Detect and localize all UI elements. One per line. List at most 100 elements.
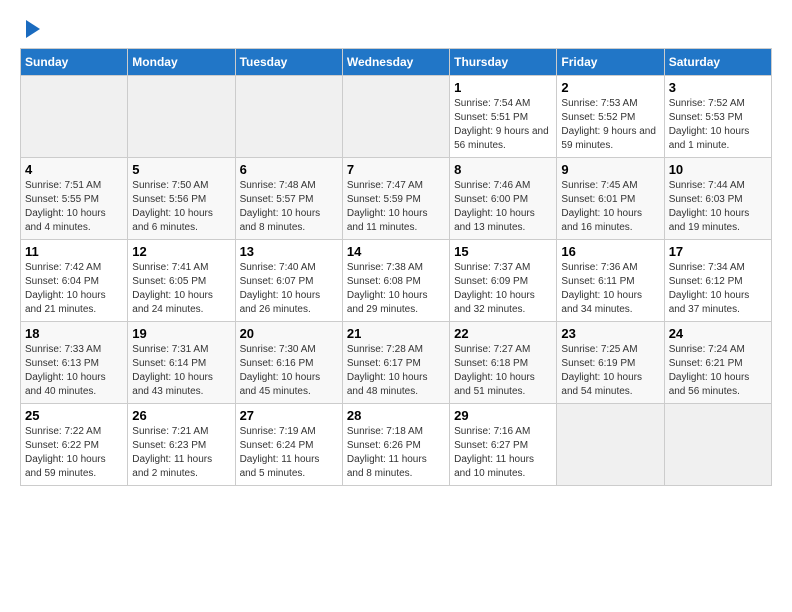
calendar-cell: 20 Sunrise: 7:30 AMSunset: 6:16 PMDayligh… xyxy=(235,322,342,404)
day-info: Sunrise: 7:38 AMSunset: 6:08 PMDaylight:… xyxy=(347,261,445,317)
day-info: Sunrise: 7:36 AMSunset: 6:11 PMDaylight:… xyxy=(561,261,659,317)
day-info: Sunrise: 7:54 AMSunset: 5:51 PMDaylight:… xyxy=(454,97,552,153)
day-info: Sunrise: 7:33 AMSunset: 6:13 PMDaylight:… xyxy=(25,343,123,399)
day-info: Sunrise: 7:18 AMSunset: 6:26 PMDaylight:… xyxy=(347,425,445,481)
calendar-cell: 18 Sunrise: 7:33 AMSunset: 6:13 PMDayligh… xyxy=(21,322,128,404)
day-number: 3 xyxy=(669,80,767,95)
day-number: 23 xyxy=(561,326,659,341)
calendar-cell xyxy=(128,76,235,158)
weekday-header-thursday: Thursday xyxy=(450,49,557,76)
calendar-cell: 25 Sunrise: 7:22 AMSunset: 6:22 PMDayligh… xyxy=(21,404,128,486)
calendar-cell: 6Sunrise: 7:48 AMSunset: 5:57 PMDaylight… xyxy=(235,158,342,240)
day-info: Sunrise: 7:34 AMSunset: 6:12 PMDaylight:… xyxy=(669,261,767,317)
day-info: Sunrise: 7:45 AMSunset: 6:01 PMDaylight:… xyxy=(561,179,659,235)
calendar-cell: 16 Sunrise: 7:36 AMSunset: 6:11 PMDayligh… xyxy=(557,240,664,322)
day-info: Sunrise: 7:40 AMSunset: 6:07 PMDaylight:… xyxy=(240,261,338,317)
calendar-week-row: 25 Sunrise: 7:22 AMSunset: 6:22 PMDayligh… xyxy=(21,404,772,486)
day-info: Sunrise: 7:24 AMSunset: 6:21 PMDaylight:… xyxy=(669,343,767,399)
day-info: Sunrise: 7:50 AMSunset: 5:56 PMDaylight:… xyxy=(132,179,230,235)
day-number: 6 xyxy=(240,162,338,177)
calendar-cell xyxy=(235,76,342,158)
day-info: Sunrise: 7:19 AMSunset: 6:24 PMDaylight:… xyxy=(240,425,338,481)
calendar-cell: 8 Sunrise: 7:46 AMSunset: 6:00 PMDaylight… xyxy=(450,158,557,240)
calendar-cell xyxy=(557,404,664,486)
calendar-cell: 28 Sunrise: 7:18 AMSunset: 6:26 PMDayligh… xyxy=(342,404,449,486)
calendar-cell xyxy=(21,76,128,158)
calendar-cell: 17 Sunrise: 7:34 AMSunset: 6:12 PMDayligh… xyxy=(664,240,771,322)
day-info: Sunrise: 7:21 AMSunset: 6:23 PMDaylight:… xyxy=(132,425,230,481)
day-number: 29 xyxy=(454,408,552,423)
calendar-cell: 22 Sunrise: 7:27 AMSunset: 6:18 PMDayligh… xyxy=(450,322,557,404)
day-number: 25 xyxy=(25,408,123,423)
calendar-week-row: 11 Sunrise: 7:42 AMSunset: 6:04 PMDayligh… xyxy=(21,240,772,322)
weekday-header-sunday: Sunday xyxy=(21,49,128,76)
calendar-cell: 4 Sunrise: 7:51 AMSunset: 5:55 PMDaylight… xyxy=(21,158,128,240)
day-number: 24 xyxy=(669,326,767,341)
calendar-cell: 5 Sunrise: 7:50 AMSunset: 5:56 PMDaylight… xyxy=(128,158,235,240)
day-info: Sunrise: 7:22 AMSunset: 6:22 PMDaylight:… xyxy=(25,425,123,481)
calendar-cell: 19Sunrise: 7:31 AMSunset: 6:14 PMDayligh… xyxy=(128,322,235,404)
calendar-cell: 14 Sunrise: 7:38 AMSunset: 6:08 PMDayligh… xyxy=(342,240,449,322)
calendar-cell: 29 Sunrise: 7:16 AMSunset: 6:27 PMDayligh… xyxy=(450,404,557,486)
day-number: 14 xyxy=(347,244,445,259)
day-info: Sunrise: 7:28 AMSunset: 6:17 PMDaylight:… xyxy=(347,343,445,399)
day-number: 4 xyxy=(25,162,123,177)
day-number: 13 xyxy=(240,244,338,259)
day-number: 15 xyxy=(454,244,552,259)
day-number: 5 xyxy=(132,162,230,177)
calendar-cell: 7Sunrise: 7:47 AMSunset: 5:59 PMDaylight… xyxy=(342,158,449,240)
day-number: 11 xyxy=(25,244,123,259)
calendar-cell: 10 Sunrise: 7:44 AMSunset: 6:03 PMDayligh… xyxy=(664,158,771,240)
day-number: 8 xyxy=(454,162,552,177)
day-number: 27 xyxy=(240,408,338,423)
logo xyxy=(20,20,40,38)
weekday-header-tuesday: Tuesday xyxy=(235,49,342,76)
calendar-table: SundayMondayTuesdayWednesdayThursdayFrid… xyxy=(20,48,772,486)
day-info: Sunrise: 7:27 AMSunset: 6:18 PMDaylight:… xyxy=(454,343,552,399)
weekday-header-wednesday: Wednesday xyxy=(342,49,449,76)
day-number: 9 xyxy=(561,162,659,177)
day-number: 12 xyxy=(132,244,230,259)
calendar-cell xyxy=(664,404,771,486)
weekday-header-monday: Monday xyxy=(128,49,235,76)
day-info: Sunrise: 7:16 AMSunset: 6:27 PMDaylight:… xyxy=(454,425,552,481)
day-number: 19 xyxy=(132,326,230,341)
calendar-cell xyxy=(342,76,449,158)
calendar-cell: 24 Sunrise: 7:24 AMSunset: 6:21 PMDayligh… xyxy=(664,322,771,404)
calendar-cell: 21Sunrise: 7:28 AMSunset: 6:17 PMDayligh… xyxy=(342,322,449,404)
day-number: 10 xyxy=(669,162,767,177)
day-number: 22 xyxy=(454,326,552,341)
calendar-cell: 9 Sunrise: 7:45 AMSunset: 6:01 PMDaylight… xyxy=(557,158,664,240)
calendar-cell: 12 Sunrise: 7:41 AMSunset: 6:05 PMDayligh… xyxy=(128,240,235,322)
logo-arrow-icon xyxy=(26,20,40,38)
calendar-cell: 13 Sunrise: 7:40 AMSunset: 6:07 PMDayligh… xyxy=(235,240,342,322)
day-info: Sunrise: 7:51 AMSunset: 5:55 PMDaylight:… xyxy=(25,179,123,235)
day-number: 18 xyxy=(25,326,123,341)
day-number: 1 xyxy=(454,80,552,95)
day-info: Sunrise: 7:42 AMSunset: 6:04 PMDaylight:… xyxy=(25,261,123,317)
day-number: 26 xyxy=(132,408,230,423)
day-info: Sunrise: 7:44 AMSunset: 6:03 PMDaylight:… xyxy=(669,179,767,235)
day-number: 17 xyxy=(669,244,767,259)
page-header xyxy=(20,20,772,38)
day-number: 2 xyxy=(561,80,659,95)
day-info: Sunrise: 7:47 AMSunset: 5:59 PMDaylight:… xyxy=(347,179,445,235)
day-number: 16 xyxy=(561,244,659,259)
day-info: Sunrise: 7:52 AMSunset: 5:53 PMDaylight:… xyxy=(669,97,767,153)
day-number: 28 xyxy=(347,408,445,423)
calendar-cell: 26 Sunrise: 7:21 AMSunset: 6:23 PMDayligh… xyxy=(128,404,235,486)
calendar-week-row: 4 Sunrise: 7:51 AMSunset: 5:55 PMDaylight… xyxy=(21,158,772,240)
calendar-cell: 11 Sunrise: 7:42 AMSunset: 6:04 PMDayligh… xyxy=(21,240,128,322)
calendar-week-row: 1 Sunrise: 7:54 AMSunset: 5:51 PMDaylight… xyxy=(21,76,772,158)
day-info: Sunrise: 7:41 AMSunset: 6:05 PMDaylight:… xyxy=(132,261,230,317)
calendar-cell: 2Sunrise: 7:53 AMSunset: 5:52 PMDaylight… xyxy=(557,76,664,158)
day-info: Sunrise: 7:25 AMSunset: 6:19 PMDaylight:… xyxy=(561,343,659,399)
calendar-cell: 27 Sunrise: 7:19 AMSunset: 6:24 PMDayligh… xyxy=(235,404,342,486)
calendar-cell: 3 Sunrise: 7:52 AMSunset: 5:53 PMDaylight… xyxy=(664,76,771,158)
day-info: Sunrise: 7:46 AMSunset: 6:00 PMDaylight:… xyxy=(454,179,552,235)
calendar-cell: 15Sunrise: 7:37 AMSunset: 6:09 PMDayligh… xyxy=(450,240,557,322)
day-info: Sunrise: 7:30 AMSunset: 6:16 PMDaylight:… xyxy=(240,343,338,399)
day-number: 20 xyxy=(240,326,338,341)
weekday-header-row: SundayMondayTuesdayWednesdayThursdayFrid… xyxy=(21,49,772,76)
weekday-header-friday: Friday xyxy=(557,49,664,76)
